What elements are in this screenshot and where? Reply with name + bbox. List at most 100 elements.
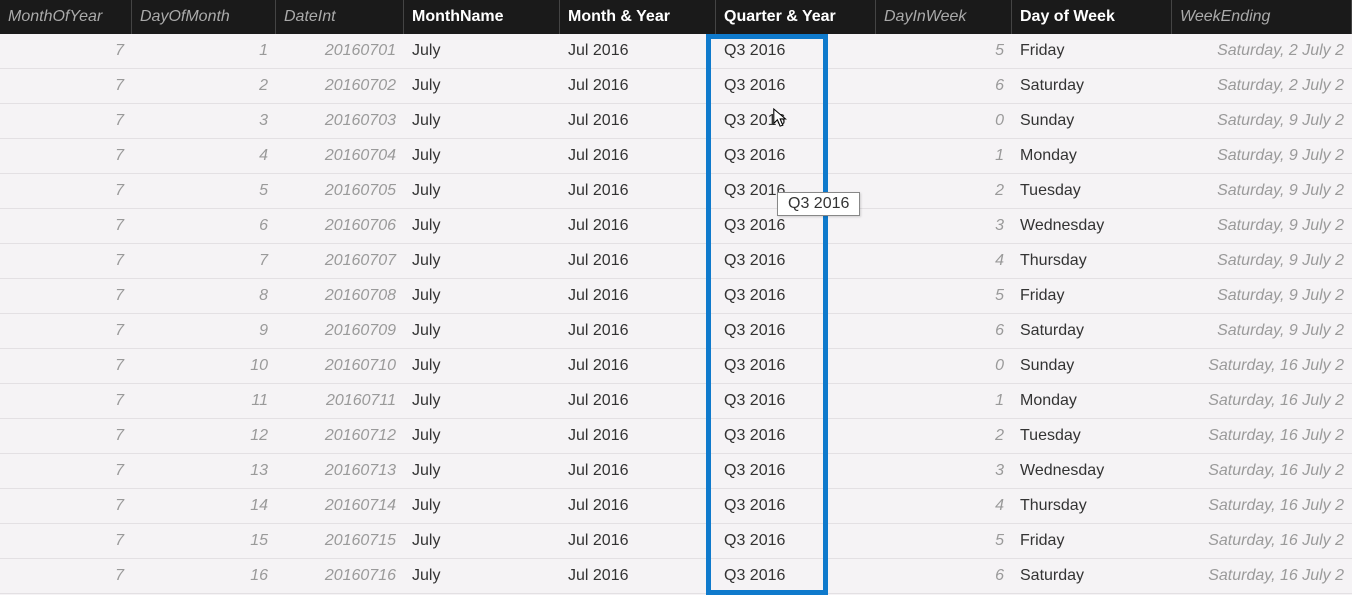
table-cell[interactable]: Q3 2016 [716, 384, 876, 418]
table-cell[interactable]: Friday [1012, 524, 1172, 558]
table-cell[interactable]: 6 [132, 209, 276, 243]
table-cell[interactable]: 1 [876, 139, 1012, 173]
table-cell[interactable]: July [404, 174, 560, 208]
table-cell[interactable]: Thursday [1012, 244, 1172, 278]
column-header[interactable]: Quarter & Year [716, 0, 876, 34]
column-header[interactable]: DayOfMonth [132, 0, 276, 34]
table-cell[interactable]: 7 [0, 419, 132, 453]
table-cell[interactable]: 7 [0, 314, 132, 348]
table-cell[interactable]: Sunday [1012, 104, 1172, 138]
table-cell[interactable]: 13 [132, 454, 276, 488]
table-cell[interactable]: July [404, 279, 560, 313]
table-cell[interactable]: 20160711 [276, 384, 404, 418]
table-cell[interactable]: 20160705 [276, 174, 404, 208]
table-cell[interactable]: 20160704 [276, 139, 404, 173]
table-cell[interactable]: Jul 2016 [560, 314, 716, 348]
table-cell[interactable]: Q3 2016 [716, 349, 876, 383]
table-row[interactable]: 7220160702JulyJul 2016Q3 20166SaturdaySa… [0, 69, 1352, 104]
table-cell[interactable]: July [404, 454, 560, 488]
table-cell[interactable]: 7 [0, 244, 132, 278]
column-header[interactable]: Month & Year [560, 0, 716, 34]
table-cell[interactable]: Q3 2016 [716, 244, 876, 278]
table-cell[interactable]: 20160709 [276, 314, 404, 348]
column-header[interactable]: DayInWeek [876, 0, 1012, 34]
table-cell[interactable]: Q3 2016 [716, 559, 876, 593]
table-cell[interactable]: Jul 2016 [560, 349, 716, 383]
table-cell[interactable]: July [404, 244, 560, 278]
table-cell[interactable]: Sunday [1012, 349, 1172, 383]
table-cell[interactable]: Saturday [1012, 69, 1172, 103]
table-cell[interactable]: Jul 2016 [560, 524, 716, 558]
table-cell[interactable]: 4 [876, 244, 1012, 278]
table-cell[interactable]: 20160701 [276, 34, 404, 68]
table-cell[interactable]: 7 [0, 279, 132, 313]
table-cell[interactable]: 7 [0, 384, 132, 418]
table-cell[interactable]: 2 [876, 174, 1012, 208]
table-cell[interactable]: Q3 2016 [716, 489, 876, 523]
table-cell[interactable]: Jul 2016 [560, 174, 716, 208]
table-cell[interactable]: 9 [132, 314, 276, 348]
table-cell[interactable]: 20160713 [276, 454, 404, 488]
table-row[interactable]: 7920160709JulyJul 2016Q3 20166SaturdaySa… [0, 314, 1352, 349]
table-cell[interactable]: Saturday, 16 July 2 [1172, 489, 1352, 523]
table-cell[interactable]: Q3 2016 [716, 314, 876, 348]
table-cell[interactable]: 7 [0, 34, 132, 68]
table-row[interactable]: 71020160710JulyJul 2016Q3 20160SundaySat… [0, 349, 1352, 384]
table-cell[interactable]: 7 [0, 454, 132, 488]
table-cell[interactable]: 20160716 [276, 559, 404, 593]
table-cell[interactable]: Q3 2016 [716, 454, 876, 488]
table-cell[interactable]: Jul 2016 [560, 419, 716, 453]
table-cell[interactable]: 7 [0, 69, 132, 103]
table-cell[interactable]: Saturday, 9 July 2 [1172, 244, 1352, 278]
table-cell[interactable]: 20160714 [276, 489, 404, 523]
table-cell[interactable]: Tuesday [1012, 174, 1172, 208]
table-cell[interactable]: Friday [1012, 279, 1172, 313]
table-cell[interactable]: Saturday, 9 July 2 [1172, 139, 1352, 173]
table-cell[interactable]: Saturday, 16 July 2 [1172, 419, 1352, 453]
table-cell[interactable]: 20160706 [276, 209, 404, 243]
table-cell[interactable]: 7 [132, 244, 276, 278]
table-row[interactable]: 71320160713JulyJul 2016Q3 20163Wednesday… [0, 454, 1352, 489]
table-row[interactable]: 71620160716JulyJul 2016Q3 20166SaturdayS… [0, 559, 1352, 594]
table-cell[interactable]: Saturday, 16 July 2 [1172, 524, 1352, 558]
column-header[interactable]: DateInt [276, 0, 404, 34]
table-cell[interactable]: 20160715 [276, 524, 404, 558]
table-row[interactable]: 7120160701JulyJul 2016Q3 20165FridaySatu… [0, 34, 1352, 69]
table-row[interactable]: 7720160707JulyJul 2016Q3 20164ThursdaySa… [0, 244, 1352, 279]
table-cell[interactable]: 7 [0, 174, 132, 208]
table-cell[interactable]: 10 [132, 349, 276, 383]
table-cell[interactable]: July [404, 34, 560, 68]
table-cell[interactable]: 7 [0, 489, 132, 523]
table-cell[interactable]: Jul 2016 [560, 559, 716, 593]
table-cell[interactable]: Monday [1012, 384, 1172, 418]
table-cell[interactable]: 0 [876, 104, 1012, 138]
table-cell[interactable]: July [404, 524, 560, 558]
table-cell[interactable]: 14 [132, 489, 276, 523]
table-row[interactable]: 71520160715JulyJul 2016Q3 20165FridaySat… [0, 524, 1352, 559]
table-cell[interactable]: 6 [876, 314, 1012, 348]
table-cell[interactable]: 20160710 [276, 349, 404, 383]
table-cell[interactable]: July [404, 489, 560, 523]
table-cell[interactable]: 5 [876, 279, 1012, 313]
table-cell[interactable]: 7 [0, 559, 132, 593]
table-cell[interactable]: July [404, 209, 560, 243]
table-cell[interactable]: July [404, 69, 560, 103]
table-cell[interactable]: Jul 2016 [560, 104, 716, 138]
table-cell[interactable]: 7 [0, 139, 132, 173]
table-cell[interactable]: Q3 2016 [716, 524, 876, 558]
table-cell[interactable]: July [404, 419, 560, 453]
table-cell[interactable]: 5 [876, 34, 1012, 68]
table-cell[interactable]: Q3 2016 [716, 104, 876, 138]
table-cell[interactable]: 11 [132, 384, 276, 418]
table-row[interactable]: 7620160706JulyJul 2016Q3 20163WednesdayS… [0, 209, 1352, 244]
table-cell[interactable]: 1 [132, 34, 276, 68]
table-cell[interactable]: 5 [876, 524, 1012, 558]
table-cell[interactable]: Jul 2016 [560, 34, 716, 68]
table-cell[interactable]: Q3 2016 [716, 34, 876, 68]
table-cell[interactable]: Saturday, 16 July 2 [1172, 349, 1352, 383]
table-cell[interactable]: Saturday, 16 July 2 [1172, 559, 1352, 593]
table-cell[interactable]: Monday [1012, 139, 1172, 173]
table-cell[interactable]: Jul 2016 [560, 139, 716, 173]
table-cell[interactable]: Jul 2016 [560, 384, 716, 418]
table-cell[interactable]: Saturday, 16 July 2 [1172, 384, 1352, 418]
